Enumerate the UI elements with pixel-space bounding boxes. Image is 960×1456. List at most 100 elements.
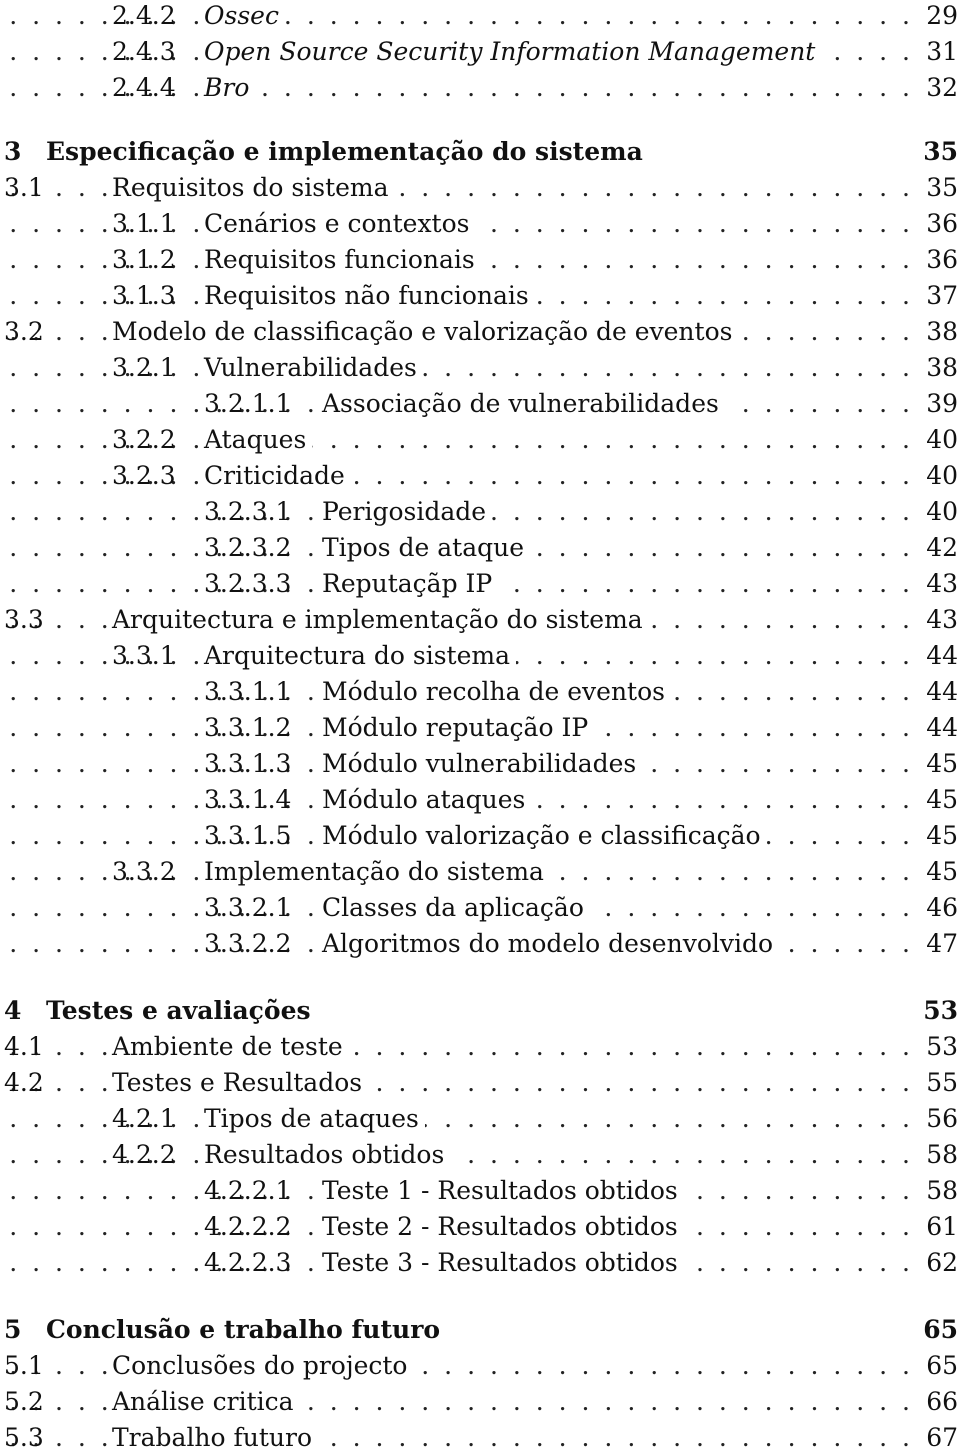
page-number: 36 xyxy=(918,206,958,242)
section-number: 3.2.2 xyxy=(112,425,176,454)
toc-entry[interactable]: 3.3.1.2 Módulo reputação IP 44 xyxy=(0,710,960,746)
toc-entry[interactable]: 2.4.2 Ossec 29 xyxy=(0,0,960,34)
toc-entry[interactable]: 4.1 Ambiente de teste 53 xyxy=(0,1029,960,1065)
section-number: 3.3.1.2 xyxy=(204,713,292,742)
section-number: 3.3 xyxy=(4,605,44,634)
section-number: 3.1.1 xyxy=(112,209,176,238)
page-number: 29 xyxy=(918,0,958,34)
section-title: Módulo reputação IP xyxy=(322,710,595,746)
section-title: Modelo de classificação e valorização de… xyxy=(112,314,739,350)
toc-entry[interactable]: 3.2.1 Vulnerabilidades 38 xyxy=(0,350,960,386)
section-title: Especificação e implementação do sistema xyxy=(46,134,649,170)
section-title: Cenários e contextos xyxy=(204,206,476,242)
section-title: Teste 1 - Resultados obtidos xyxy=(322,1173,684,1209)
section-number: 3.2.3.3 xyxy=(204,569,292,598)
toc-entry[interactable]: 5.3 Trabalho futuro 67 xyxy=(0,1420,960,1456)
page-number: 40 xyxy=(918,422,958,458)
page-number: 67 xyxy=(918,1420,958,1456)
page-number: 47 xyxy=(918,926,958,962)
section-number: 3.3.1.5 xyxy=(204,821,292,850)
page-number: 53 xyxy=(918,1029,958,1065)
toc-entry[interactable]: 3.3.1.5 Módulo valorização e classificaçã… xyxy=(0,818,960,854)
section-number: 4.2.2.3 xyxy=(204,1248,292,1277)
toc-entry[interactable]: 3.3.2.1 Classes da aplicação 46 xyxy=(0,890,960,926)
section-title: Requisitos funcionais xyxy=(204,242,481,278)
toc-entry[interactable]: 3.3.1 Arquitectura do sistema 44 xyxy=(0,638,960,674)
section-number: 2.4.2 xyxy=(112,1,176,30)
section-number: 4.2.2.1 xyxy=(204,1176,292,1205)
toc-entry[interactable]: 2.4.3 Open Source Security Information Ma… xyxy=(0,34,960,70)
section-number: 3.2.3 xyxy=(112,461,176,490)
toc-entry[interactable]: 3.2.3.3 Reputaçãp IP 43 xyxy=(0,566,960,602)
section-number: 2.4.3 xyxy=(112,37,176,66)
toc-entry[interactable]: 5.1 Conclusões do projecto 65 xyxy=(0,1348,960,1384)
toc-entry[interactable]: 3.2.2 Ataques 40 xyxy=(0,422,960,458)
section-number: 3.3.2 xyxy=(112,857,176,886)
toc-entry[interactable]: 3.1 Requisitos do sistema 35 xyxy=(0,170,960,206)
page-number: 45 xyxy=(918,854,958,890)
toc-chapter-entry[interactable]: 3 Especificação e implementação do sistem… xyxy=(0,134,960,170)
page-number: 65 xyxy=(918,1348,958,1384)
toc-entry[interactable]: 3.2.1.1 Associação de vulnerabilidades 39 xyxy=(0,386,960,422)
toc-entry[interactable]: 4.2.1 Tipos de ataques 56 xyxy=(0,1101,960,1137)
section-title: Reputaçãp IP xyxy=(322,566,499,602)
toc-entry[interactable]: 3.3.2 Implementação do sistema 45 xyxy=(0,854,960,890)
page-number: 53 xyxy=(915,993,958,1029)
toc-entry[interactable]: 3.3.1.1 Módulo recolha de eventos 44 xyxy=(0,674,960,710)
section-number: 3.3.1.4 xyxy=(204,785,292,814)
section-title: Conclusões do projecto xyxy=(112,1348,414,1384)
section-number: 5.1 xyxy=(4,1351,44,1380)
page-number: 55 xyxy=(918,1065,958,1101)
toc-entry[interactable]: 3.2.3.1 Perigosidade 40 xyxy=(0,494,960,530)
page-number: 58 xyxy=(918,1173,958,1209)
section-number: 3.3.2.1 xyxy=(204,893,292,922)
section-number: 5 xyxy=(4,1315,22,1344)
section-title: Ossec xyxy=(204,0,285,34)
toc-entry[interactable]: 3.3.2.2 Algoritmos do modelo desenvolvido… xyxy=(0,926,960,962)
section-title: Classes da aplicação xyxy=(322,890,590,926)
toc-entry[interactable]: 3.3.1.4 Módulo ataques 45 xyxy=(0,782,960,818)
section-number: 3.3.1.3 xyxy=(204,749,292,778)
toc-chapter-entry[interactable]: 4 Testes e avaliações 53 xyxy=(0,993,960,1029)
page-number: 45 xyxy=(918,782,958,818)
section-title: Teste 2 - Resultados obtidos xyxy=(322,1209,684,1245)
section-title: Arquitectura do sistema xyxy=(204,638,517,674)
toc-entry[interactable]: 4.2.2.1 Teste 1 - Resultados obtidos 58 xyxy=(0,1173,960,1209)
page-number: 45 xyxy=(918,818,958,854)
page-number: 42 xyxy=(918,530,958,566)
section-title: Implementação do sistema xyxy=(204,854,550,890)
section-number: 5.3 xyxy=(4,1423,44,1452)
section-number: 4.2.1 xyxy=(112,1104,176,1133)
section-number: 3.2.1.1 xyxy=(204,389,292,418)
section-number: 2.4.4 xyxy=(112,73,176,102)
toc-entry[interactable]: 3.2.3.2 Tipos de ataque 42 xyxy=(0,530,960,566)
page-number: 43 xyxy=(918,602,958,638)
toc-entry[interactable]: 4.2.2.3 Teste 3 - Resultados obtidos 62 xyxy=(0,1245,960,1281)
section-number: 4.1 xyxy=(4,1032,44,1061)
section-number: 4.2 xyxy=(4,1068,44,1097)
section-title: Tipos de ataques xyxy=(204,1101,425,1137)
section-number: 5.2 xyxy=(4,1387,44,1416)
toc-entry[interactable]: 3.1.1 Cenários e contextos 36 xyxy=(0,206,960,242)
section-title: Ataques xyxy=(204,422,313,458)
toc-entry[interactable]: 4.2 Testes e Resultados 55 xyxy=(0,1065,960,1101)
page-number: 43 xyxy=(918,566,958,602)
toc-entry[interactable]: 3.3 Arquitectura e implementação do siste… xyxy=(0,602,960,638)
section-title: Módulo ataques xyxy=(322,782,532,818)
toc-entry[interactable]: 3.2.3 Criticidade 40 xyxy=(0,458,960,494)
toc-entry[interactable]: 3.1.3 Requisitos não funcionais 37 xyxy=(0,278,960,314)
section-title: Algoritmos do modelo desenvolvido xyxy=(322,926,780,962)
toc-entry[interactable]: 3.1.2 Requisitos funcionais 36 xyxy=(0,242,960,278)
page-number: 32 xyxy=(918,70,958,106)
page-number: 56 xyxy=(918,1101,958,1137)
toc-entry[interactable]: 5.2 Análise critica 66 xyxy=(0,1384,960,1420)
toc-chapter-entry[interactable]: 5 Conclusão e trabalho futuro 65 xyxy=(0,1312,960,1348)
toc-entry[interactable]: 2.4.4 Bro 32 xyxy=(0,70,960,106)
toc-entry[interactable]: 3.2 Modelo de classificação e valorização… xyxy=(0,314,960,350)
section-number: 3.2 xyxy=(4,317,44,346)
page-number: 35 xyxy=(918,170,958,206)
toc-entry[interactable]: 4.2.2.2 Teste 2 - Resultados obtidos 61 xyxy=(0,1209,960,1245)
section-title: Requisitos não funcionais xyxy=(204,278,535,314)
toc-entry[interactable]: 3.3.1.3 Módulo vulnerabilidades 45 xyxy=(0,746,960,782)
toc-entry[interactable]: 4.2.2 Resultados obtidos 58 xyxy=(0,1137,960,1173)
